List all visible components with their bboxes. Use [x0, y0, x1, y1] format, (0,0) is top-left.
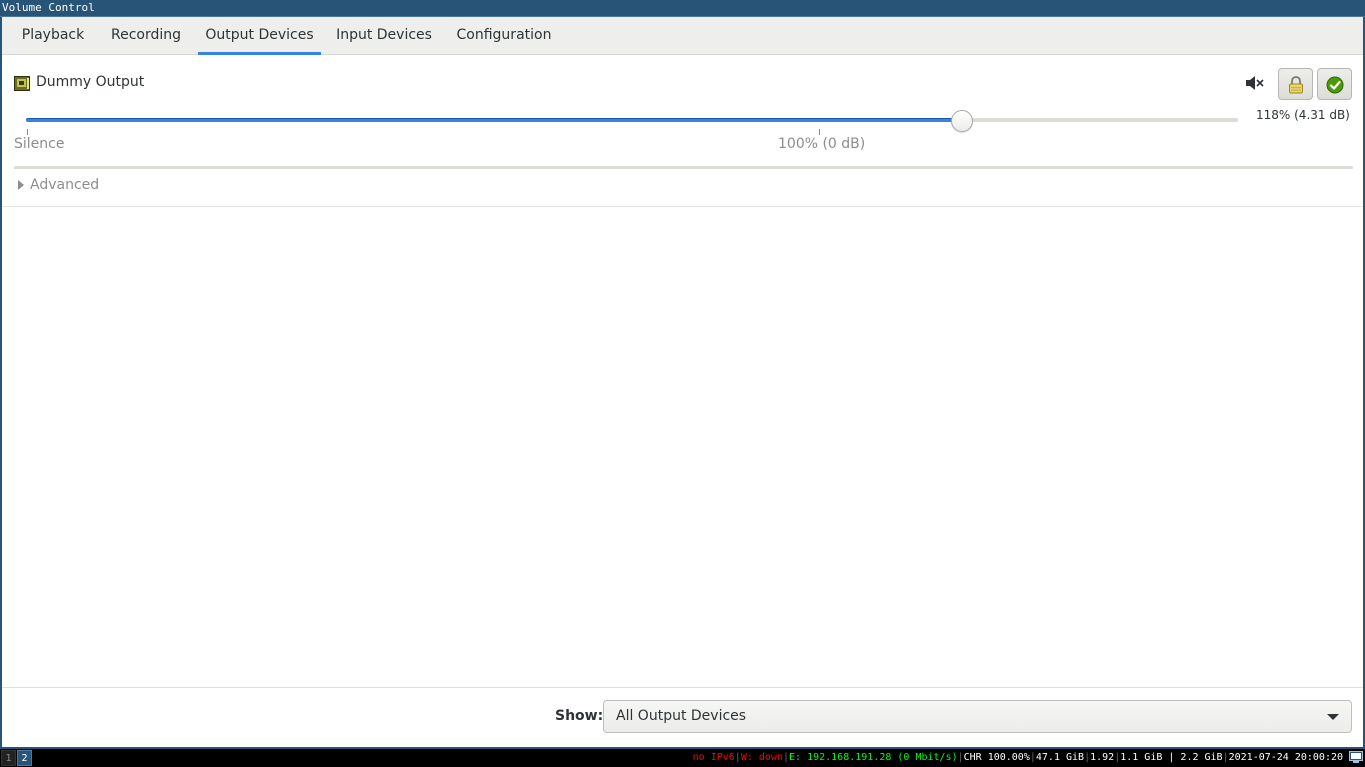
- status-block: W: down: [740, 752, 783, 763]
- show-label: Show:: [555, 708, 604, 724]
- tab-output-devices[interactable]: Output Devices: [198, 17, 321, 55]
- tick-silence: [27, 129, 28, 135]
- lock-channels-button[interactable]: [1278, 68, 1313, 100]
- show-filter-dropdown[interactable]: All Output Devices: [603, 700, 1352, 733]
- tick-100-percent: [819, 129, 820, 135]
- advanced-label: Advanced: [30, 177, 100, 193]
- status-block: 1.1 GiB | 2.2 GiB: [1120, 752, 1223, 763]
- status-block: CHR 100.00%: [963, 752, 1030, 763]
- tab-configuration[interactable]: Configuration: [449, 17, 559, 55]
- network-tray-icon[interactable]: [1349, 751, 1363, 764]
- divider: [2, 687, 1363, 688]
- tab-playback[interactable]: Playback: [12, 17, 94, 55]
- mark-silence: Silence: [14, 136, 65, 152]
- lock-icon: [1289, 76, 1303, 94]
- tab-input-devices[interactable]: Input Devices: [331, 17, 437, 55]
- status-block: 47.1 GiB: [1035, 752, 1085, 763]
- chevron-down-icon: [1327, 714, 1339, 720]
- status-bar: 1 2 no IPv6|W: down|E: 192.168.191.28 (0…: [0, 749, 1365, 767]
- status-blocks: no IPv6|W: down|E: 192.168.191.28 (0 Mbi…: [693, 749, 1343, 767]
- expander-arrow-icon: [18, 180, 24, 190]
- window-title: Volume Control: [0, 0, 1365, 17]
- slider-fill: [26, 118, 962, 122]
- show-filter-value: All Output Devices: [616, 708, 747, 724]
- device-name: Dummy Output: [36, 74, 145, 90]
- tab-recording[interactable]: Recording: [102, 17, 190, 55]
- tab-bar: Playback Recording Output Devices Input …: [2, 17, 1363, 55]
- set-default-button[interactable]: [1317, 68, 1352, 100]
- workspace-button-focused[interactable]: 2: [17, 750, 32, 766]
- checkmark-icon: [1326, 76, 1344, 94]
- sound-card-icon: [14, 76, 30, 91]
- volume-control-window: Playback Recording Output Devices Input …: [0, 17, 1365, 749]
- volume-slider[interactable]: [26, 110, 1238, 134]
- mark-100-percent: 100% (0 dB): [778, 136, 866, 152]
- workspace-button[interactable]: 1: [1, 750, 16, 766]
- divider: [2, 206, 1363, 207]
- status-block: no IPv6: [692, 752, 735, 763]
- status-block: 2021-07-24 20:00:20: [1228, 752, 1343, 763]
- divider: [14, 166, 1353, 169]
- volume-value: 118% (4.31 dB): [1256, 108, 1350, 122]
- slider-handle[interactable]: [951, 110, 973, 132]
- status-block: 1.92: [1090, 752, 1115, 763]
- status-block: E: 192.168.191.28 (0 Mbit/s): [789, 752, 958, 763]
- speaker-muted-icon[interactable]: [1245, 75, 1265, 91]
